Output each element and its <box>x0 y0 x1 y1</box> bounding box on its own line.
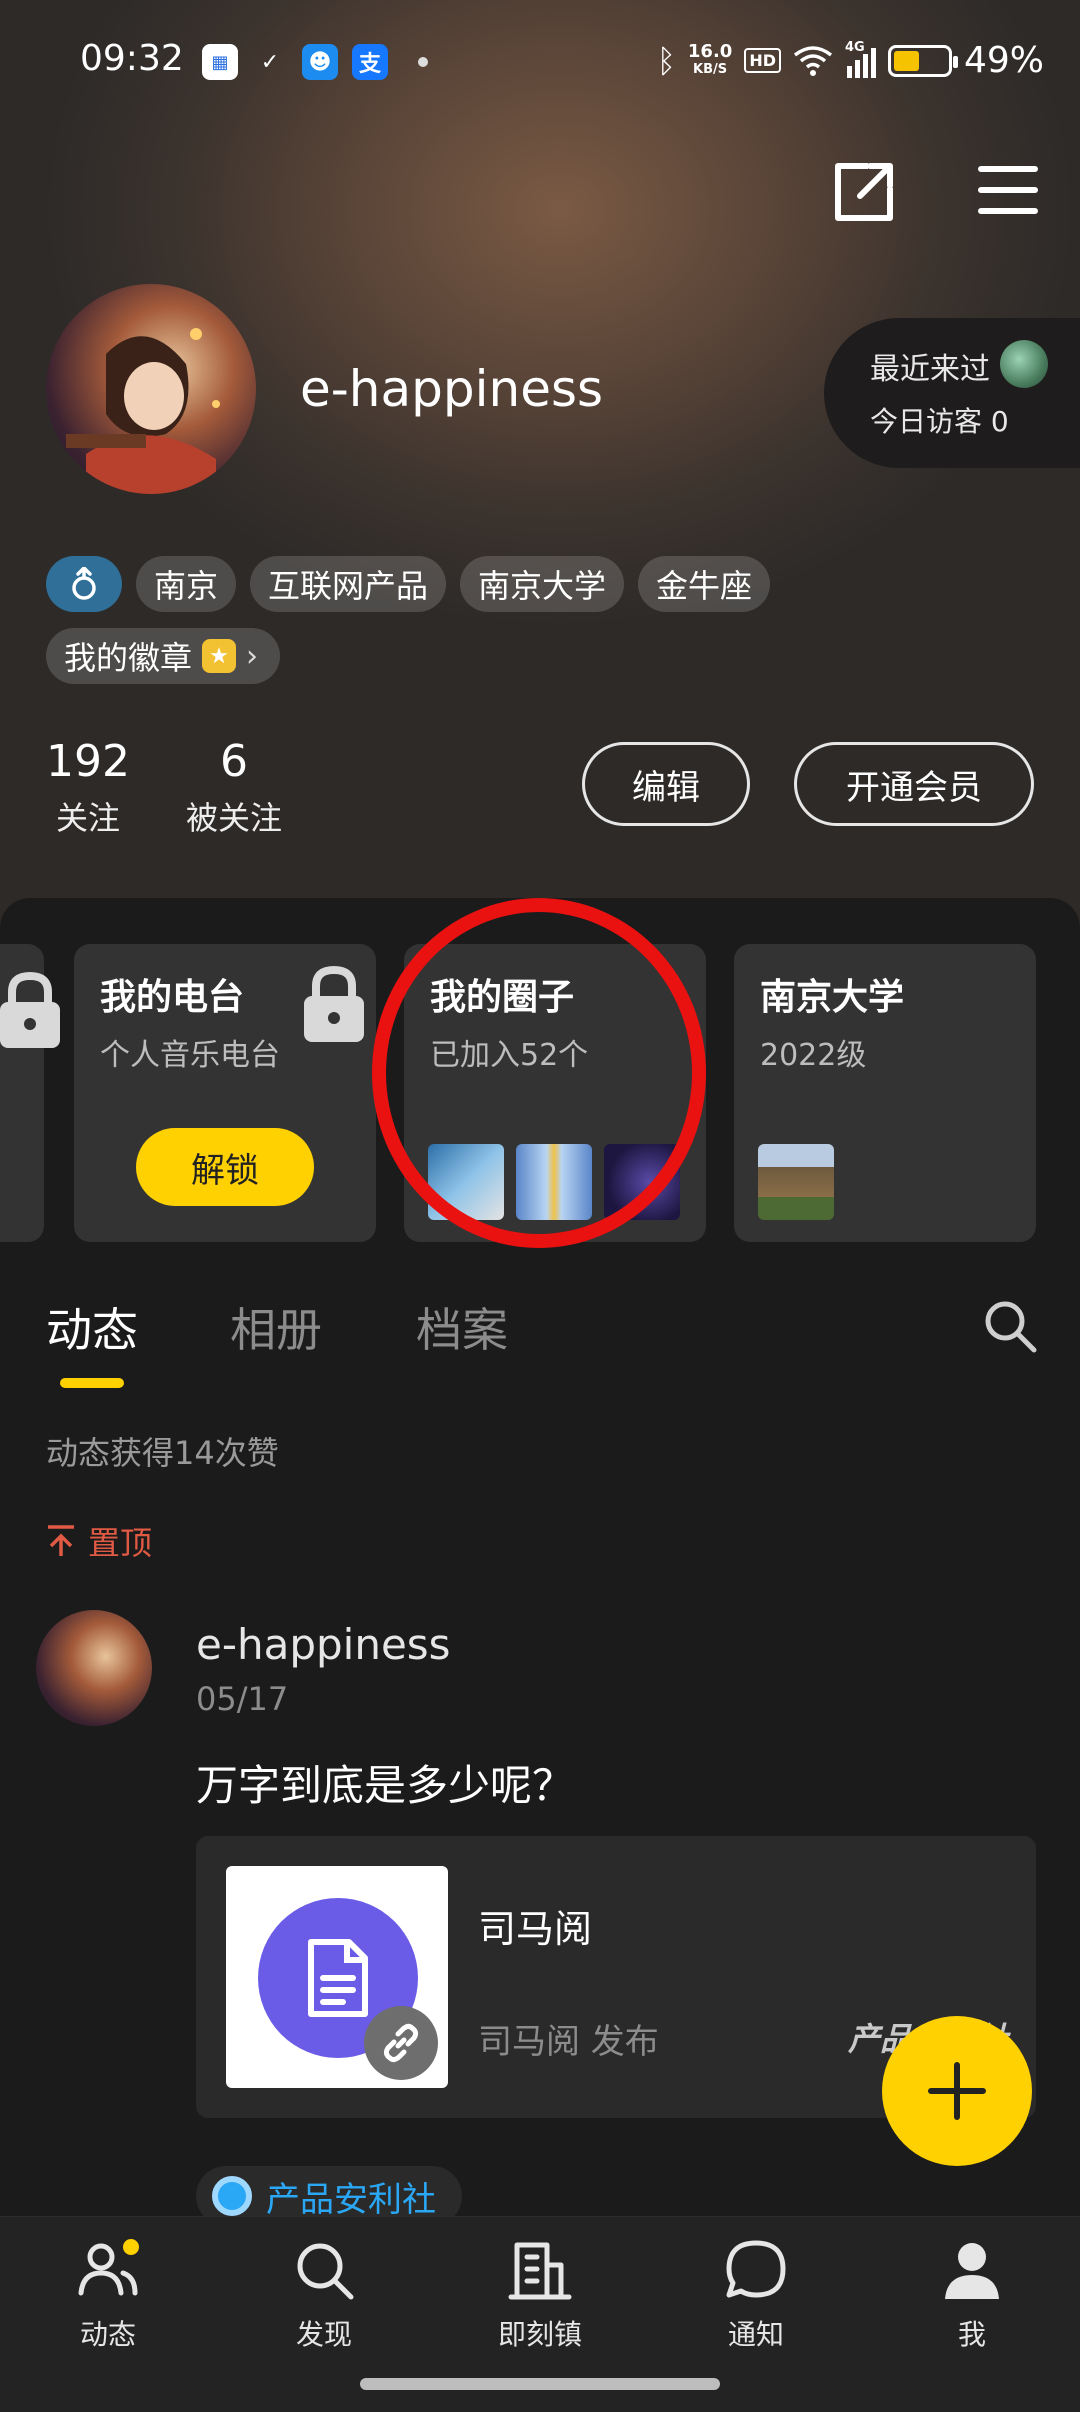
tag-industry[interactable]: 互联网产品 <box>250 556 447 612</box>
post-text[interactable]: 万字到底是多少呢？ <box>196 1752 574 1813</box>
cellular-signal-icon: 4G <box>845 40 876 78</box>
recent-visitors[interactable]: 最近来过 今日访客 0 <box>824 318 1080 468</box>
add-post-button[interactable] <box>882 2016 1032 2166</box>
network-speed-unit: KB/S <box>693 61 728 77</box>
circle-chip-icon <box>212 2176 252 2216</box>
my-badges-button[interactable]: 我的徽章 ★ › <box>46 628 281 684</box>
pinned-text: 置顶 <box>88 1524 153 1562</box>
nav-discover-label: 发现 <box>295 2318 352 2351</box>
share-icon[interactable] <box>830 158 898 226</box>
following-count: 192 <box>46 736 130 787</box>
link-title: 司马阅 <box>478 1907 593 1951</box>
card-my-radio-title: 我的电台 <box>100 977 245 1018</box>
search-icon <box>291 2237 357 2303</box>
people-icon <box>75 2237 141 2303</box>
edit-profile-button[interactable]: 编辑 <box>582 742 750 826</box>
home-indicator <box>360 2378 720 2390</box>
more-notifications-dot <box>418 57 428 67</box>
nav-feed[interactable]: 动态 <box>38 2237 178 2353</box>
followers-label: 被关注 <box>186 799 283 837</box>
network-speed-value: 16.0 <box>687 40 733 62</box>
followers-stat[interactable]: 6 被关注 <box>186 736 282 839</box>
battery-percent: 49% <box>963 40 1044 81</box>
lock-icon <box>0 971 60 1048</box>
profile-username: e-happiness <box>300 360 604 418</box>
recent-visitors-label: 最近来过 <box>870 352 990 387</box>
following-stat[interactable]: 192 关注 <box>46 736 130 839</box>
system-indicators: ᛒ 16.0 KB/S HD 4G 49% <box>656 40 1044 82</box>
pinned-label: 置顶 <box>46 1518 152 1564</box>
badge-star-icon: ★ <box>202 639 237 673</box>
tag-school[interactable]: 南京大学 <box>460 556 625 612</box>
nav-town-label: 即刻镇 <box>497 2318 582 2351</box>
tab-profile-file[interactable]: 档案 <box>416 1294 508 1360</box>
nav-discover[interactable]: 发现 <box>254 2237 394 2353</box>
wifi-icon <box>793 45 833 76</box>
link-publisher: 司马阅 发布 <box>478 2022 659 2062</box>
chevron-right-icon: › <box>246 638 259 674</box>
likes-summary: 动态获得14次赞 <box>46 1434 279 1472</box>
battery-icon <box>887 44 958 77</box>
today-visitors-label: 今日访客 0 <box>870 405 1009 438</box>
plus-icon <box>928 2062 986 2120</box>
nav-notifications[interactable]: 通知 <box>686 2237 826 2353</box>
nav-me[interactable]: 我 <box>902 2237 1042 2353</box>
visitor-avatar <box>1000 340 1048 388</box>
tab-feed[interactable]: 动态 <box>46 1294 138 1360</box>
chat-bubble-icon <box>723 2237 789 2303</box>
my-badges-label: 我的徽章 <box>64 639 193 677</box>
post-date: 05/17 <box>196 1680 289 1718</box>
male-icon <box>46 556 122 612</box>
check-app-icon: ✓ <box>260 49 280 75</box>
card-school-subtitle: 2022级 <box>760 1038 867 1073</box>
nav-me-label: 我 <box>957 2318 986 2351</box>
post-author-name[interactable]: e-happiness <box>196 1620 451 1669</box>
link-icon <box>364 2006 438 2080</box>
alipay-app-icon: 支 <box>352 44 388 80</box>
avatar-illustration <box>66 328 220 494</box>
building-icon <box>507 2237 573 2303</box>
circle-chip-label: 产品安利社 <box>266 2179 436 2220</box>
tab-album[interactable]: 相册 <box>230 1294 322 1360</box>
battery-fill <box>893 50 919 71</box>
profile-avatar[interactable] <box>46 284 256 494</box>
unlock-radio-button[interactable]: 解锁 <box>136 1128 314 1206</box>
post-author-avatar[interactable] <box>36 1610 152 1726</box>
card-my-radio[interactable]: 我的电台 个人音乐电台 解锁 <box>74 944 376 1242</box>
link-thumbnail <box>226 1866 448 2088</box>
nav-notifications-label: 通知 <box>727 2318 784 2351</box>
card-school[interactable]: 南京大学 2022级 <box>734 944 1036 1242</box>
signal-type: 4G <box>844 39 865 55</box>
tag-city[interactable]: 南京 <box>136 556 237 612</box>
following-label: 关注 <box>55 799 120 837</box>
tag-zodiac[interactable]: 金牛座 <box>638 556 771 612</box>
lock-icon <box>304 965 364 1042</box>
status-time: 09:32 <box>80 38 184 79</box>
nav-feed-label: 动态 <box>79 2318 136 2351</box>
profile-tags: 南京 互联网产品 南京大学 金牛座 <box>46 556 771 612</box>
bot-app-icon: ☻ <box>302 44 338 80</box>
network-speed: 16.0 KB/S <box>687 40 733 79</box>
highlight-circle-annotation <box>372 898 706 1248</box>
card-school-title: 南京大学 <box>760 977 905 1018</box>
pin-top-icon <box>48 1525 74 1556</box>
card-partial-left[interactable] <box>0 944 60 1242</box>
card-my-radio-subtitle: 个人音乐电台 <box>100 1038 280 1073</box>
hd-icon: HD <box>744 48 781 73</box>
user-icon <box>939 2237 1005 2303</box>
status-bar: 09:32 ▦ ✓ ☻ 支 ᛒ 16.0 KB/S HD 4G 49% <box>0 0 1080 126</box>
bluetooth-icon: ᛒ <box>656 41 676 80</box>
open-vip-button[interactable]: 开通会员 <box>794 742 1034 826</box>
school-thumbnail <box>758 1144 834 1220</box>
followers-count: 6 <box>220 736 248 787</box>
search-icon[interactable] <box>980 1296 1040 1356</box>
notification-icons: ▦ ✓ ☻ 支 <box>202 44 428 80</box>
active-tab-indicator <box>60 1378 124 1388</box>
menu-icon[interactable] <box>976 160 1040 220</box>
calendar-app-icon: ▦ <box>202 44 238 80</box>
nav-town[interactable]: 即刻镇 <box>470 2237 610 2353</box>
